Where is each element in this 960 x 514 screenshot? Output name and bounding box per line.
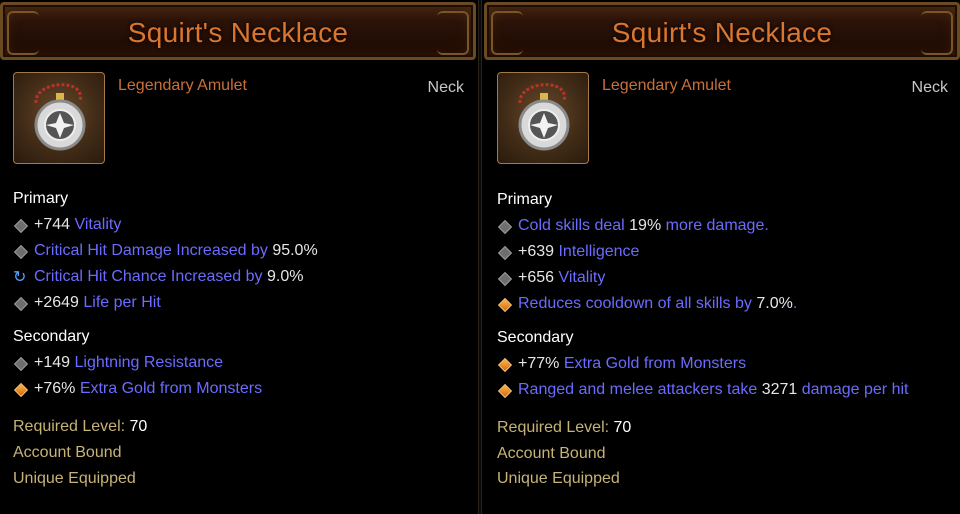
stat-value: +149	[34, 354, 75, 371]
secondary-heading: Secondary	[13, 328, 90, 345]
item-title: Squirt's Necklace	[127, 17, 349, 48]
stat-text: Cold skills deal	[518, 217, 630, 234]
secondary-heading: Secondary	[497, 329, 574, 346]
primary-heading: Primary	[497, 191, 553, 208]
stat-line: +656 Vitality	[497, 268, 605, 288]
stat-text: Extra Gold from Monsters	[563, 355, 747, 372]
diamond-icon	[497, 245, 511, 259]
stat-line: Cold skills deal 19% more damage.	[497, 216, 769, 236]
tooltip-header: Squirt's Necklace	[0, 2, 476, 60]
stat-value: 3271	[761, 381, 798, 398]
stat-value: 95.0%	[272, 242, 318, 259]
required-level-value: 70	[129, 418, 148, 435]
stat-text: Extra Gold from Monsters	[79, 380, 263, 397]
stat-text: Critical Hit Chance Increased by	[34, 268, 267, 285]
item-type: Legendary Amulet	[118, 77, 247, 94]
stat-line: Critical Hit Chance Increased by 9.0%	[13, 267, 303, 287]
required-level: Required Level: 70	[13, 418, 147, 436]
stat-line: Critical Hit Damage Increased by 95.0%	[13, 241, 318, 261]
stat-value: 19%	[629, 217, 662, 234]
stat-value: 7.0%	[756, 295, 793, 312]
panel-divider	[478, 0, 482, 514]
item-tooltip-left: Squirt's Necklace Legendary Amulet Neck …	[0, 0, 476, 514]
stat-text: Reduces cooldown of all skills by	[518, 295, 757, 312]
stat-value: +77%	[518, 355, 564, 372]
item-slot: Neck	[911, 79, 948, 96]
stat-text: damage per hit	[797, 381, 909, 398]
stat-line: +744 Vitality	[13, 215, 121, 235]
stat-line: +76% Extra Gold from Monsters	[13, 379, 262, 399]
stat-text: Critical Hit Damage Increased by	[34, 242, 273, 259]
cycle-icon	[13, 267, 27, 286]
stat-text: .	[792, 295, 798, 312]
item-title: Squirt's Necklace	[611, 17, 833, 48]
stat-line: +77% Extra Gold from Monsters	[497, 354, 746, 374]
stat-text: Vitality	[558, 269, 606, 286]
diamond-icon	[497, 219, 511, 233]
stat-text: Ranged and melee attackers take	[518, 381, 762, 398]
primary-heading: Primary	[13, 190, 69, 207]
account-bound: Account Bound	[13, 444, 122, 461]
stat-text: more damage.	[661, 217, 769, 234]
stat-text: Vitality	[74, 216, 122, 233]
item-tooltip-right: Squirt's Necklace Legendary Amulet Neck …	[484, 0, 960, 514]
stat-line: +149 Lightning Resistance	[13, 353, 223, 373]
diamond-icon	[13, 218, 27, 232]
required-level-label: Required Level:	[497, 419, 614, 436]
item-type: Legendary Amulet	[602, 77, 731, 94]
account-bound: Account Bound	[497, 445, 606, 462]
stat-value: +639	[518, 243, 559, 260]
stat-text: Life per Hit	[83, 294, 161, 311]
item-slot: Neck	[427, 79, 464, 96]
diamond-icon	[13, 244, 27, 258]
stat-value: 9.0%	[266, 268, 304, 285]
unique-equipped: Unique Equipped	[497, 470, 620, 487]
required-level-value: 70	[613, 419, 632, 436]
stat-value: +744	[34, 216, 75, 233]
diamond-icon	[13, 356, 27, 370]
stat-value: +76%	[34, 380, 80, 397]
amulet-icon	[13, 72, 105, 164]
stat-value: +2649	[34, 294, 84, 311]
stat-line: +639 Intelligence	[497, 242, 639, 262]
stat-value: +656	[518, 269, 559, 286]
required-level-label: Required Level:	[13, 418, 130, 435]
tooltip-header: Squirt's Necklace	[484, 2, 960, 60]
stat-text: Lightning Resistance	[74, 354, 224, 371]
diamond-icon	[13, 296, 27, 310]
diamond-icon	[497, 271, 511, 285]
required-level: Required Level: 70	[497, 419, 631, 437]
amulet-icon	[497, 72, 589, 164]
stat-line: Ranged and melee attackers take 3271 dam…	[497, 380, 908, 400]
orange-diamond-icon	[497, 297, 511, 311]
orange-diamond-icon	[13, 382, 27, 396]
stat-line: Reduces cooldown of all skills by 7.0%.	[497, 294, 797, 314]
unique-equipped: Unique Equipped	[13, 470, 136, 487]
stat-text: Intelligence	[558, 243, 640, 260]
orange-diamond-icon	[497, 357, 511, 371]
stat-line: +2649 Life per Hit	[13, 293, 161, 313]
orange-diamond-icon	[497, 383, 511, 397]
